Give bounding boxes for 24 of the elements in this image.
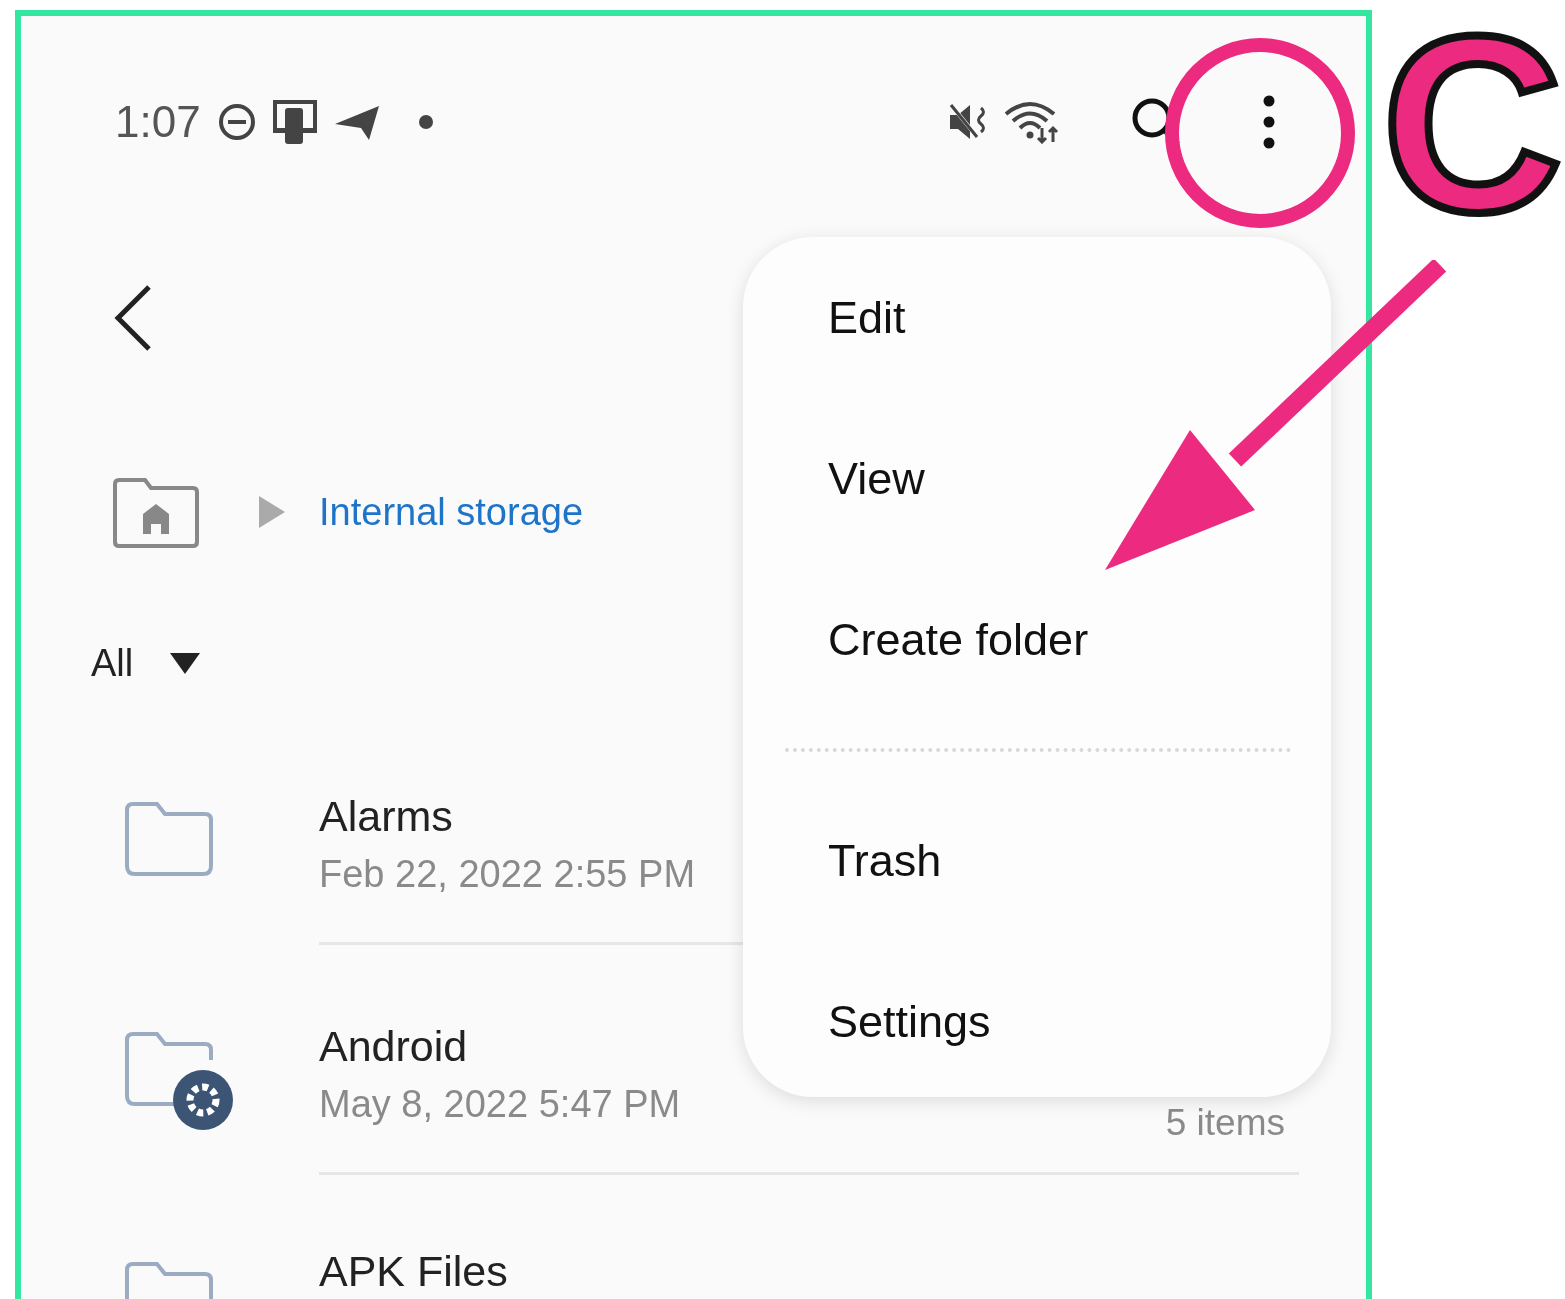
- file-item-count: 5 items: [1165, 1102, 1285, 1144]
- file-name[interactable]: Alarms: [319, 792, 696, 841]
- menu-item[interactable]: View: [743, 398, 1331, 559]
- filter-dropdown[interactable]: All: [91, 642, 202, 685]
- file-name[interactable]: APK Files: [319, 1247, 508, 1296]
- caret-icon: [169, 651, 202, 676]
- back-button[interactable]: [113, 284, 153, 352]
- breadcrumb-link[interactable]: Internal storage: [319, 490, 584, 534]
- more-options-button[interactable]: [1262, 94, 1276, 150]
- notification-dot-icon: [418, 115, 433, 129]
- menu-item[interactable]: Trash: [743, 780, 1331, 941]
- file-date: May 8, 2022 5:47 PM: [319, 1083, 681, 1126]
- phone-screen-icon: [270, 98, 319, 146]
- breadcrumb-arrow-icon: [257, 494, 287, 530]
- folder-icon: [123, 800, 215, 878]
- menu-item[interactable]: Edit: [743, 237, 1331, 398]
- menu-item[interactable]: Create folder: [743, 559, 1331, 720]
- menu-item[interactable]: Settings: [743, 941, 1331, 1102]
- wifi-icon: [1004, 100, 1060, 144]
- do-not-disturb-icon: [216, 102, 257, 142]
- file-date: Feb 22, 2022 2:55 PM: [319, 853, 696, 896]
- annotation-letter: C: [1382, 0, 1563, 250]
- status-time: 1:07: [115, 97, 201, 147]
- file-name[interactable]: Android: [319, 1022, 681, 1071]
